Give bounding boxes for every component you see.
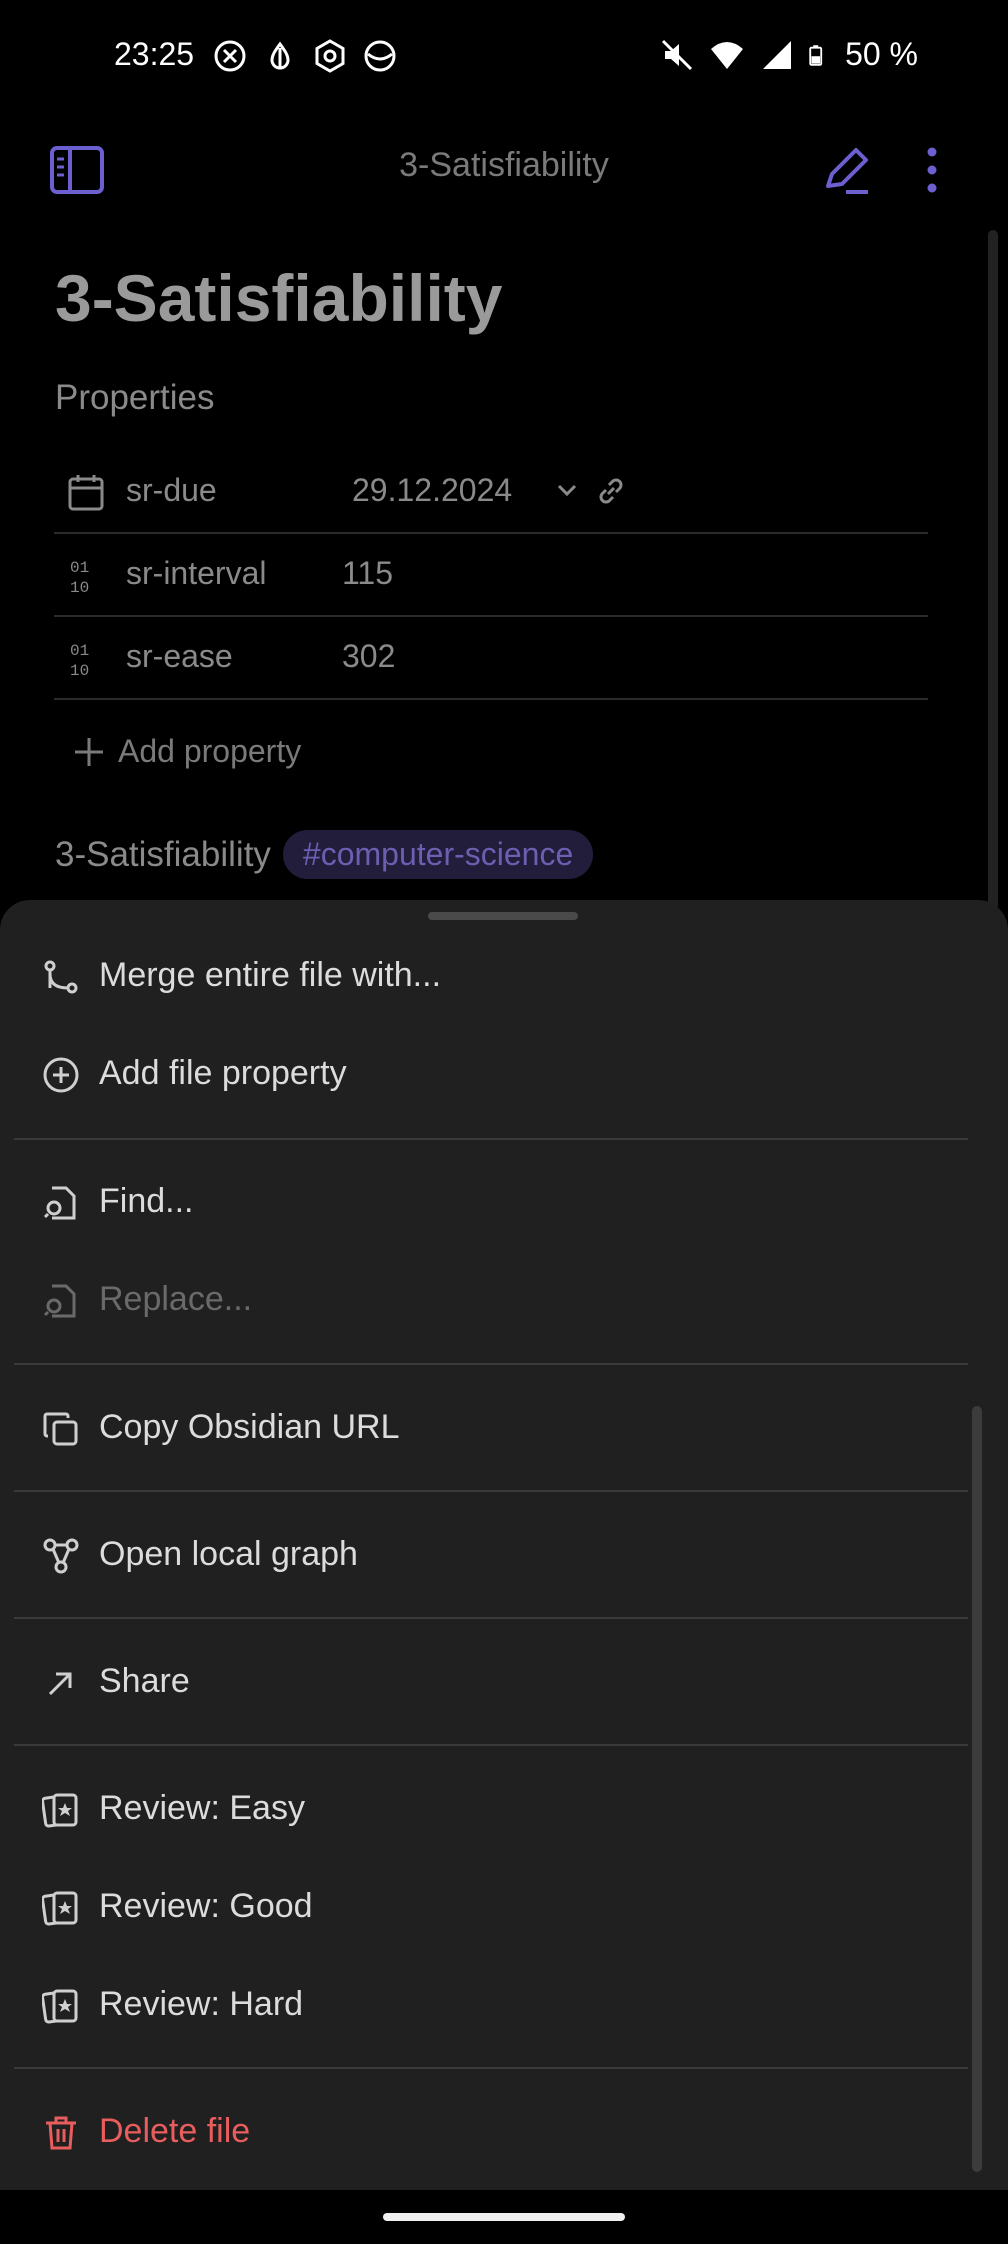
flashcard-icon [42,1989,78,2024]
graph-icon [43,1538,79,1574]
add-property-button[interactable]: Add property [72,733,301,770]
find-icon [43,1186,76,1220]
svg-text:10: 10 [70,579,89,595]
edit-icon[interactable] [820,142,872,198]
menu-item-label: Review: Hard [99,1985,304,2023]
menu-item-label: Open local graph [99,1535,358,1573]
add-circle-icon [43,1057,79,1093]
merge-icon [44,960,78,994]
property-key: sr-ease [126,638,233,674]
status-bar: 23:25 50 % [0,0,1008,115]
menu-item-label: Share [99,1662,190,1700]
svg-text:01: 01 [70,559,89,577]
add-property-label: Add property [118,733,302,769]
gesture-nav-handle[interactable] [383,2213,625,2221]
tag-chip[interactable]: #computer-science [282,830,594,879]
content-scrollbar[interactable] [988,230,998,910]
trash-icon [46,2116,76,2150]
vpn-icon [214,40,246,72]
flashcard-icon [42,1793,78,1828]
note-body-line: 3-Satisfiability #computer-science [55,830,594,879]
property-row-sr-ease[interactable]: 01 10 sr-ease 302 [54,616,928,700]
sync-icon [364,40,396,72]
menu-separator [14,1363,968,1365]
menu-item-label: Replace... [99,1280,253,1318]
menu-separator [14,1744,968,1746]
flashcard-icon [42,1891,78,1926]
signal-icon [763,40,792,69]
note-header: 3-Satisfiability [0,130,1008,210]
number-icon: 01 10 [70,642,89,678]
svg-text:10: 10 [70,662,89,678]
property-key: sr-due [126,472,217,508]
menu-separator [14,1490,968,1492]
more-options-icon[interactable] [918,142,946,198]
menu-item-add-file-property[interactable]: Add file property [0,1026,968,1122]
menu-item-label: Copy Obsidian URL [99,1408,400,1446]
property-value-date[interactable]: 29.12.2024 [352,472,512,509]
plus-icon [75,737,103,766]
menu-item-find[interactable]: Find... [0,1154,968,1250]
status-time: 23:25 [114,36,195,72]
number-icon: 01 10 [70,559,89,595]
calendar-icon [68,475,104,511]
battery-percent: 50 % [845,36,918,72]
menu-item-replace[interactable]: Replace... [0,1252,968,1348]
sheet-drag-handle[interactable] [428,912,578,920]
mute-icon [662,39,693,70]
property-value[interactable]: 302 [342,638,395,675]
menu-item-review-hard[interactable]: Review: Hard [0,1957,968,2053]
svg-text:01: 01 [70,642,89,660]
replace-icon [43,1284,76,1318]
menu-item-label: Delete file [99,2112,251,2150]
menu-item-label: Review: Good [99,1887,313,1925]
chevron-down-icon[interactable] [556,478,578,502]
menu-item-open-local-graph[interactable]: Open local graph [0,1507,968,1603]
property-row-sr-due[interactable]: sr-due 29.12.2024 [54,450,928,534]
property-row-sr-interval[interactable]: 01 10 sr-interval 115 [54,533,928,617]
menu-item-merge[interactable]: Merge entire file with... [0,928,968,1024]
data-saver-icon [270,41,290,70]
note-title: 3-Satisfiability [55,261,503,335]
battery-icon [809,44,823,66]
properties-heading[interactable]: Properties [55,378,215,418]
menu-item-share[interactable]: Share [0,1634,968,1730]
menu-item-label: Find... [99,1182,194,1220]
menu-item-label: Review: Easy [99,1789,305,1827]
menu-item-label: Add file property [99,1054,347,1092]
link-icon[interactable] [594,474,628,508]
menu-separator [14,1138,968,1140]
wifi-icon [711,41,744,69]
note-body-text: 3-Satisfiability [55,834,271,874]
menu-item-review-easy[interactable]: Review: Easy [0,1761,968,1857]
menu-item-label: Merge entire file with... [99,956,442,994]
menu-separator [14,2067,968,2069]
menu-item-delete-file[interactable]: Delete file [0,2084,968,2180]
property-key: sr-interval [126,555,267,591]
menu-item-copy-obsidian-url[interactable]: Copy Obsidian URL [0,1380,968,1476]
app-icon [315,39,345,73]
sheet-scrollbar[interactable] [972,1406,982,2172]
menu-item-review-good[interactable]: Review: Good [0,1859,968,1955]
property-value[interactable]: 115 [342,555,393,592]
menu-separator [14,1617,968,1619]
options-bottom-sheet: Merge entire file with... Add file prope… [0,900,1008,2190]
share-icon [48,1672,72,1696]
copy-icon [43,1412,78,1446]
